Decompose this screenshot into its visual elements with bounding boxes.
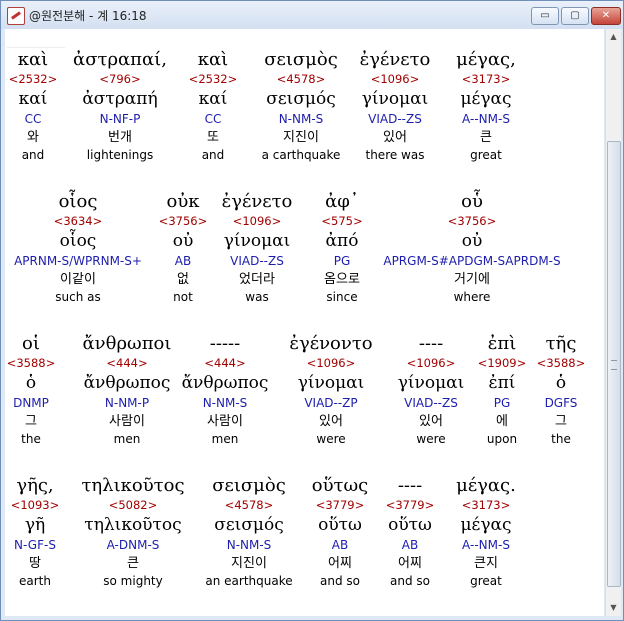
greek-word: μέγας.: [456, 475, 516, 496]
english-gloss: great: [470, 148, 502, 162]
scrollbar-thumb[interactable]: [607, 141, 621, 587]
greek-word: οὗ: [461, 191, 483, 212]
morphology-code: APRGM-S#APDGM-SAPRDM-S: [383, 254, 561, 268]
scroll-up-icon[interactable]: ▲: [608, 31, 619, 42]
strong-number: <3588>: [536, 356, 586, 370]
title-bar[interactable]: @원전분해 - 계 16:18 ▭ ▢ ✕: [1, 1, 623, 29]
scroll-down-icon[interactable]: ▼: [608, 602, 619, 613]
grip-icon: [611, 360, 617, 370]
korean-gloss: 큰지: [474, 556, 498, 571]
morphology-code: A--NM-S: [462, 538, 510, 552]
close-button[interactable]: ✕: [591, 7, 621, 25]
korean-gloss: 그: [555, 414, 567, 429]
blank-cell: [7, 29, 65, 48]
app-window: @원전분해 - 계 16:18 ▭ ▢ ✕ καὶ <2532> καί CC 와 and…: [0, 0, 624, 621]
lemma: ὁ: [555, 373, 567, 393]
greek-word: μέγας,: [456, 49, 516, 70]
english-gloss: where: [453, 290, 491, 304]
english-gloss: great: [470, 574, 502, 588]
strong-number: <3756>: [447, 214, 497, 228]
lemma: οὐ: [461, 231, 483, 251]
maximize-button[interactable]: ▢: [561, 7, 589, 25]
minimize-button[interactable]: ▭: [531, 7, 559, 25]
greek-word: τῆς: [545, 333, 577, 354]
morphology-code: A--NM-S: [462, 112, 510, 126]
window-title: @원전분해 - 계 16:18: [29, 9, 147, 23]
lemma: μέγας: [460, 89, 512, 109]
app-icon: [7, 7, 25, 25]
interlinear-view: καὶ <2532> καί CC 와 and ἀστραπαί, <796> ἀστραπή N…: [5, 29, 604, 616]
word-column[interactable]: τῆς <3588> ὁ DGFS 그 the: [471, 333, 604, 448]
strong-number: <3173>: [461, 72, 511, 86]
lemma: μέγας: [460, 515, 512, 535]
word-column[interactable]: μέγας. <3173> μέγας A--NM-S 큰지 great: [396, 475, 576, 590]
vertical-scrollbar[interactable]: ▲ ▼: [605, 29, 621, 616]
english-gloss: the: [551, 432, 571, 446]
strong-number: <3173>: [461, 498, 511, 512]
korean-gloss: 큰: [480, 130, 492, 145]
word-column[interactable]: οὗ <3756> οὐ APRGM-S#APDGM-SAPRDM-S 거기에 where: [382, 191, 562, 306]
korean-gloss: 거기에: [454, 272, 490, 287]
word-column[interactable]: μέγας, <3173> μέγας A--NM-S 큰 great: [396, 49, 576, 164]
morphology-code: DGFS: [544, 396, 578, 410]
